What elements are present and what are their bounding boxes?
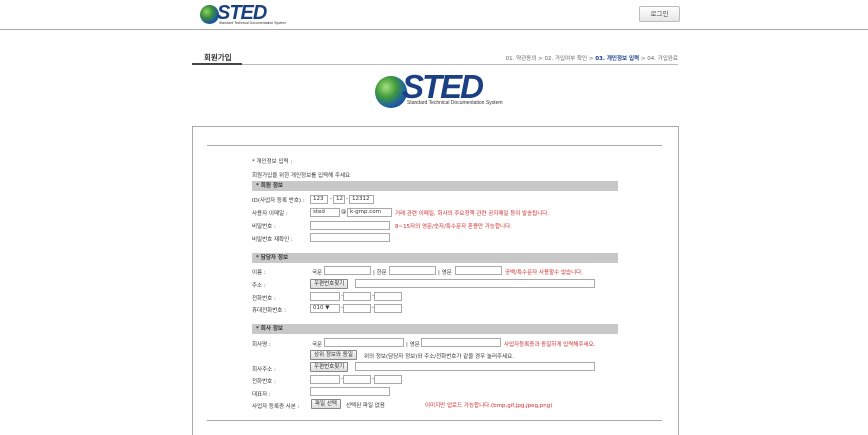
same-as-above-button[interactable]: 상위 정보와 동일 [310,350,357,360]
brand-logo-subtitle: Standard Technical Documentation System [407,100,503,106]
mobile-prefix-select[interactable]: 010 ▼ [310,304,340,313]
file-note: 이미지만 업로드 가능합니다.(bmp,gif,jpg,jpeg,png) [425,403,553,409]
name-label: 이름 : [252,270,266,276]
manager-section-title: * 담당자 정보 [252,253,618,263]
company-name-label: 회사명 : [252,342,271,348]
english-label: | 영문 [438,270,452,276]
same-as-above-note: 위의 정보(담당자 정보)와 주소/전화번호가 같을 경우 눌러주세요. [364,354,514,360]
biz-no-field-3[interactable]: 12312 [349,195,374,204]
header-logo[interactable]: STED Standard Technical Documentation Sy… [200,2,286,26]
form-intro: 회원가입을 위한 개인정보를 입력해 주세요 [252,173,351,179]
name-note: 공백/특수문자 사용할수 없습니다. [505,270,583,276]
korean-label: 국문 [312,270,323,276]
phone-field-1[interactable] [310,292,340,301]
company-phone-field-3[interactable] [374,375,402,384]
company-address-field[interactable] [355,362,595,371]
biz-no-field-1[interactable]: 123 [310,195,328,204]
company-name-note: 사업자등록증과 동일하게 입력해주세요. [504,342,596,348]
dash: - [330,196,332,202]
title-underline [192,63,242,65]
name-chinese-field[interactable] [389,266,436,275]
file-select-button[interactable]: 파일 선택 [311,399,341,409]
english-label: | 영문 [406,342,420,348]
biz-no-field-2[interactable]: 12 [333,195,345,204]
form-bottom-divider [207,420,662,421]
step-current: 03. 개인정보 입력 [595,56,640,62]
file-status: 선택된 파일 없음 [346,403,385,409]
company-phone-field-2[interactable] [343,375,371,384]
password-field[interactable] [310,221,390,230]
mobile-field-3[interactable] [374,304,402,313]
email-domain-field[interactable]: k-gmp.com [347,208,392,217]
ceo-label: 대표자 : [252,392,271,398]
form-top-divider [207,145,662,146]
company-address-label: 회사주소 : [252,367,276,373]
at-sign: @ [341,209,347,215]
ceo-field[interactable] [310,387,390,396]
header-logo-subtitle: Standard Technical Documentation System [219,21,286,25]
company-english-field[interactable] [421,338,501,347]
business-cert-label: 사업자 등록증 사본 : [252,404,300,410]
company-korean-field[interactable] [324,338,404,347]
email-note: 거래 관련 이메일, 회사의 주요정책 관련 공지메일 등이 발송됩니다. [395,211,550,217]
zip-search-button[interactable]: 우편번호찾기 [310,279,349,289]
name-english-field[interactable] [455,266,502,275]
mobile-field-2[interactable] [343,304,371,313]
form-heading: * 개인정보 입력 : [252,159,293,165]
email-id-field[interactable]: sted [310,208,340,217]
page-title: 회원가입 [204,53,232,62]
korean-label: 국문 [312,342,323,348]
password-confirm-field[interactable] [310,233,390,242]
dash: - [346,196,348,202]
company-section-title: * 회사 정보 [252,324,618,334]
title-divider [192,64,678,65]
phone-field-2[interactable] [343,292,371,301]
phone-field-3[interactable] [374,292,402,301]
chinese-label: | 한문 [373,270,387,276]
member-section-title: * 회원 정보 [252,181,618,191]
address-label: 주소 : [252,283,266,289]
password-label: 비밀번호 : [252,224,276,230]
email-label: 사용자 이메일 : [252,211,288,217]
step-complete: > 04. 가입완료 [639,56,678,62]
top-bar: STED Standard Technical Documentation Sy… [0,0,868,30]
name-korean-field[interactable] [324,266,371,275]
step-check: 02. 가입여부 확인 > [544,56,596,62]
company-zip-search-button[interactable]: 우편번호찾기 [310,362,349,372]
company-phone-field-1[interactable] [310,375,340,384]
company-phone-label: 전화번호 : [252,379,276,385]
step-breadcrumb: 01. 약관동의 > 02. 가입여부 확인 > 03. 개인정보 입력 > 0… [506,54,678,62]
password-note: 8~15자의 영문/숫자/특수문자 혼용만 가능합니다. [395,224,512,230]
password-confirm-label: 비밀번호 재확인 : [252,237,293,243]
mobile-label: 휴대전화번호 : [252,308,286,314]
step-agree: 01. 약관동의 > [505,56,545,62]
phone-label: 전화번호 : [252,296,276,302]
address-field[interactable] [355,279,595,288]
biz-no-label: ID(사업자 등록 번호) : [252,198,305,204]
login-button[interactable]: 로그인 [639,6,680,22]
brand-logo: STED Standard Technical Documentation Sy… [375,68,505,110]
